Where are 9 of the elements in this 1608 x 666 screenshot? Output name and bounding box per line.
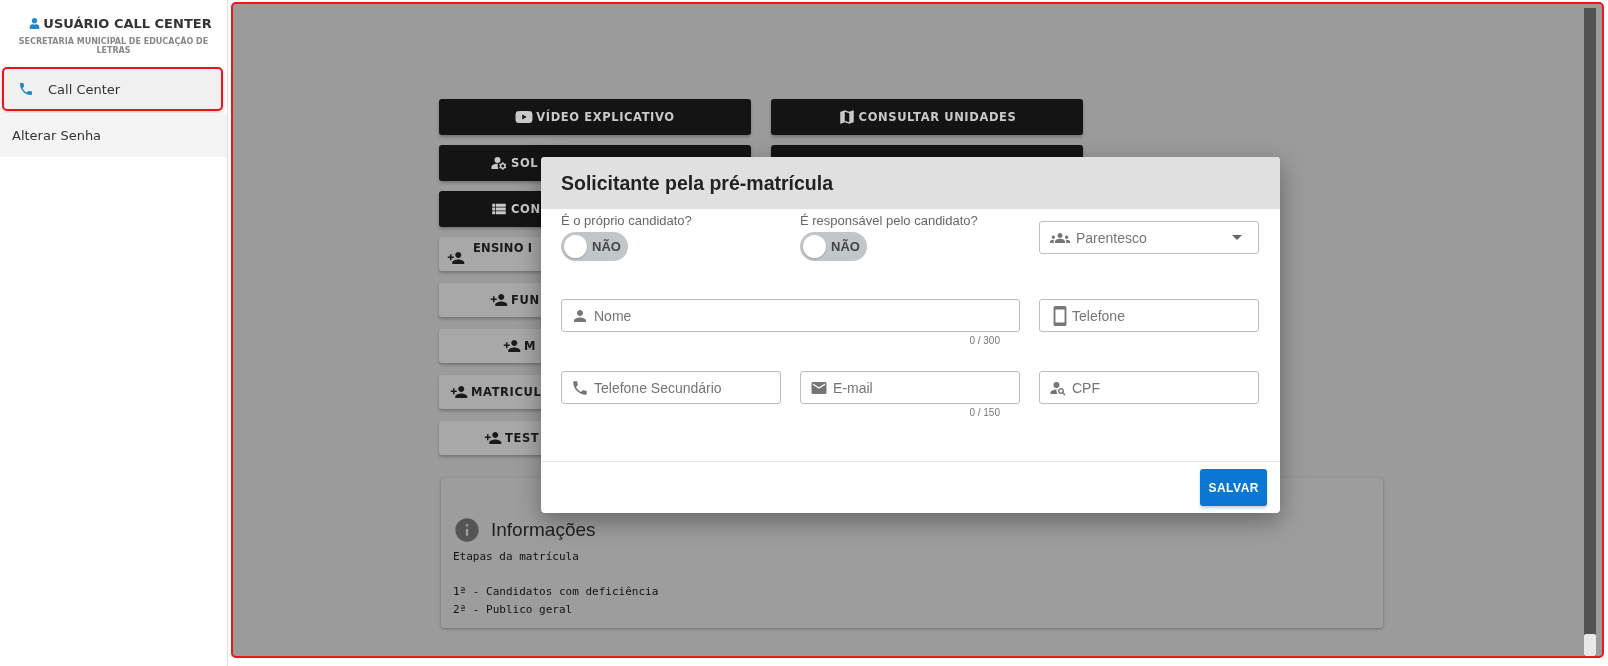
card-title: Informações xyxy=(491,519,596,541)
toggle-label: É o próprio candidato? xyxy=(561,213,693,228)
toggle-label: É responsável pelo candidato? xyxy=(800,213,979,228)
info-text: Etapas da matrícula 1ª - Candidatos com deficiência 2ª - Publico geral xyxy=(453,549,660,618)
user-title: USUÁRIO CALL CENTER xyxy=(15,16,212,31)
organization-name: SECRETARIA MUNICIPAL DE EDUCAÇÃO DE LETRAS xyxy=(18,37,209,55)
character-counter: 0 / 300 xyxy=(969,335,1000,346)
character-counter: 0 / 150 xyxy=(969,407,1000,418)
dialog-title: Solicitante pela pré-matrícula xyxy=(541,157,1280,209)
